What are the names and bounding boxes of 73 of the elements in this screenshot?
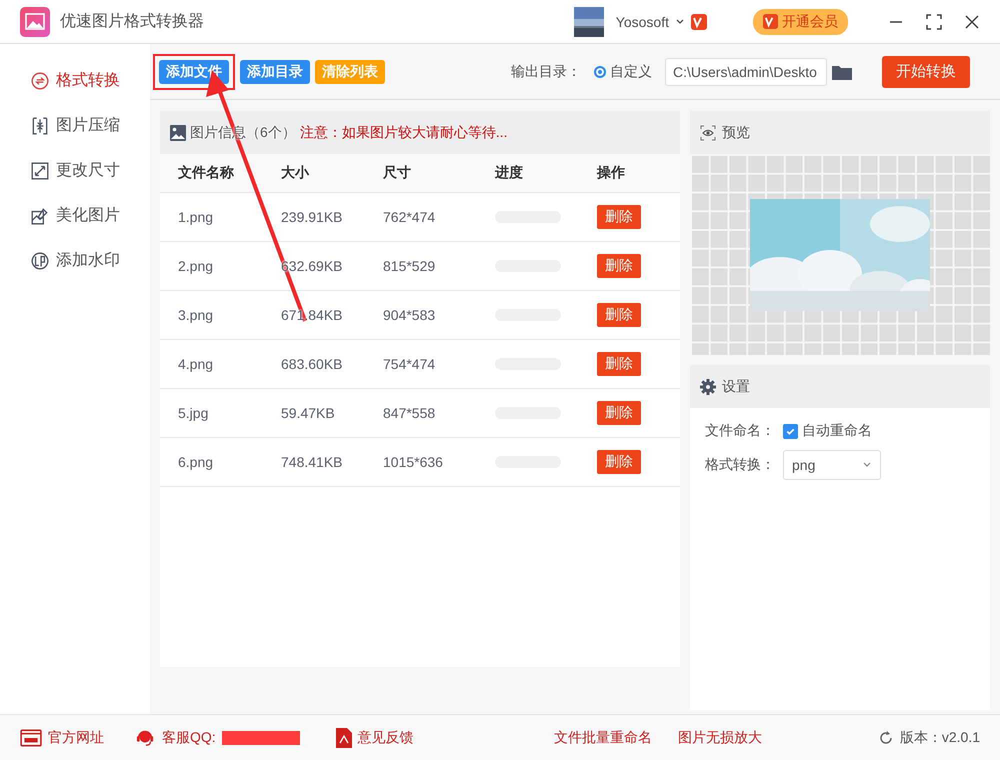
table-cell-text: 59.47KB <box>281 405 336 421</box>
sidebar-item[interactable]: 更改尺寸 <box>0 148 150 193</box>
column-header: 进度 <box>495 164 524 182</box>
table-cell-text: 762*474 <box>383 209 436 225</box>
app-logo-icon <box>20 6 50 36</box>
settings-title: 设置 <box>722 378 750 396</box>
delete-button[interactable]: 删除 <box>597 205 641 229</box>
chevron-down-icon[interactable] <box>675 16 685 26</box>
account-name[interactable]: Yososoft <box>616 14 669 30</box>
tool-link[interactable]: 文件批量重命名 <box>554 728 652 746</box>
delete-button[interactable]: 删除 <box>597 303 641 327</box>
menu-item-icon <box>30 206 50 226</box>
table-cell-text: 904*583 <box>383 307 436 323</box>
menu-item-icon <box>30 250 50 270</box>
table-cell-text: 748.41KB <box>281 454 344 470</box>
table-cell-text: 3.png <box>178 307 214 323</box>
table-cell-text: 4.png <box>178 356 214 372</box>
table-cell-text: 6.png <box>178 454 214 470</box>
custom-radio[interactable]: 自定义 <box>594 62 652 80</box>
table-cell-text: 239.91KB <box>281 209 344 225</box>
document-icon <box>336 728 352 748</box>
vip-badge-icon <box>691 14 707 30</box>
sidebar-item[interactable]: 美化图片 <box>0 193 150 238</box>
start-button[interactable]: 开始转换 <box>882 56 970 88</box>
notice-text: 注意：如果图片较大请耐心等待... <box>300 124 508 142</box>
table-cell-text: 847*558 <box>383 405 436 421</box>
image-icon <box>170 124 186 140</box>
eye-icon <box>700 124 716 140</box>
sidebar-item[interactable]: 图片压缩 <box>0 103 150 148</box>
sidebar-item[interactable]: 格式转换 <box>0 58 150 103</box>
column-header: 尺寸 <box>383 164 412 182</box>
web-icon <box>20 728 42 746</box>
support-qq-label: 客服QQ: <box>162 728 216 746</box>
column-header: 操作 <box>597 164 626 182</box>
menu-item-icon <box>30 116 50 136</box>
output-path-field[interactable]: C:\Users\admin\Deskto <box>665 58 827 86</box>
vip-badge-icon <box>763 14 778 29</box>
delete-button[interactable]: 删除 <box>597 450 641 474</box>
sidebar-item[interactable]: 添加水印 <box>0 238 150 283</box>
toolbar-button[interactable]: 添加目录 <box>240 60 310 84</box>
column-header: 文件名称 <box>178 164 235 182</box>
table-cell-text: 1.png <box>178 209 214 225</box>
table-cell-text: 815*529 <box>383 258 436 274</box>
menu-item-icon <box>30 70 50 90</box>
version-text: 版本：v2.0.1 <box>900 728 980 746</box>
close-icon[interactable] <box>964 14 980 30</box>
checkbox[interactable] <box>783 424 798 438</box>
column-header: 大小 <box>281 164 310 182</box>
menu-item-icon <box>30 160 50 180</box>
delete-button[interactable]: 删除 <box>597 254 641 278</box>
table-cell-text: 683.60KB <box>281 356 344 372</box>
table-cell-text: 5.jpg <box>178 405 210 421</box>
folder-icon[interactable] <box>832 64 852 80</box>
table-cell-text: 2.png <box>178 258 214 274</box>
feedback-link[interactable]: 意见反馈 <box>358 728 414 746</box>
maximize-icon[interactable] <box>926 14 942 30</box>
output-label: 输出目录： <box>511 62 581 80</box>
refresh-icon[interactable] <box>878 730 894 746</box>
tool-link[interactable]: 图片无损放大 <box>678 728 762 746</box>
format-dropdown[interactable]: png <box>783 450 881 480</box>
format-label: 格式转换： <box>705 456 776 474</box>
delete-button[interactable]: 删除 <box>597 401 641 425</box>
checkbox-label[interactable]: 自动重命名 <box>802 422 872 440</box>
headset-icon <box>134 728 156 746</box>
naming-label: 文件命名： <box>705 422 776 440</box>
delete-button[interactable]: 删除 <box>597 352 641 376</box>
website-link[interactable]: 官方网址 <box>48 728 104 746</box>
table-cell-text: 754*474 <box>383 356 436 372</box>
table-cell-text: 1015*636 <box>383 454 444 470</box>
gear-icon <box>700 378 716 394</box>
window-title: 优速图片格式转换器 <box>60 12 204 32</box>
preview-title: 预览 <box>722 124 750 142</box>
vip-button[interactable]: 开通会员 <box>753 8 848 34</box>
